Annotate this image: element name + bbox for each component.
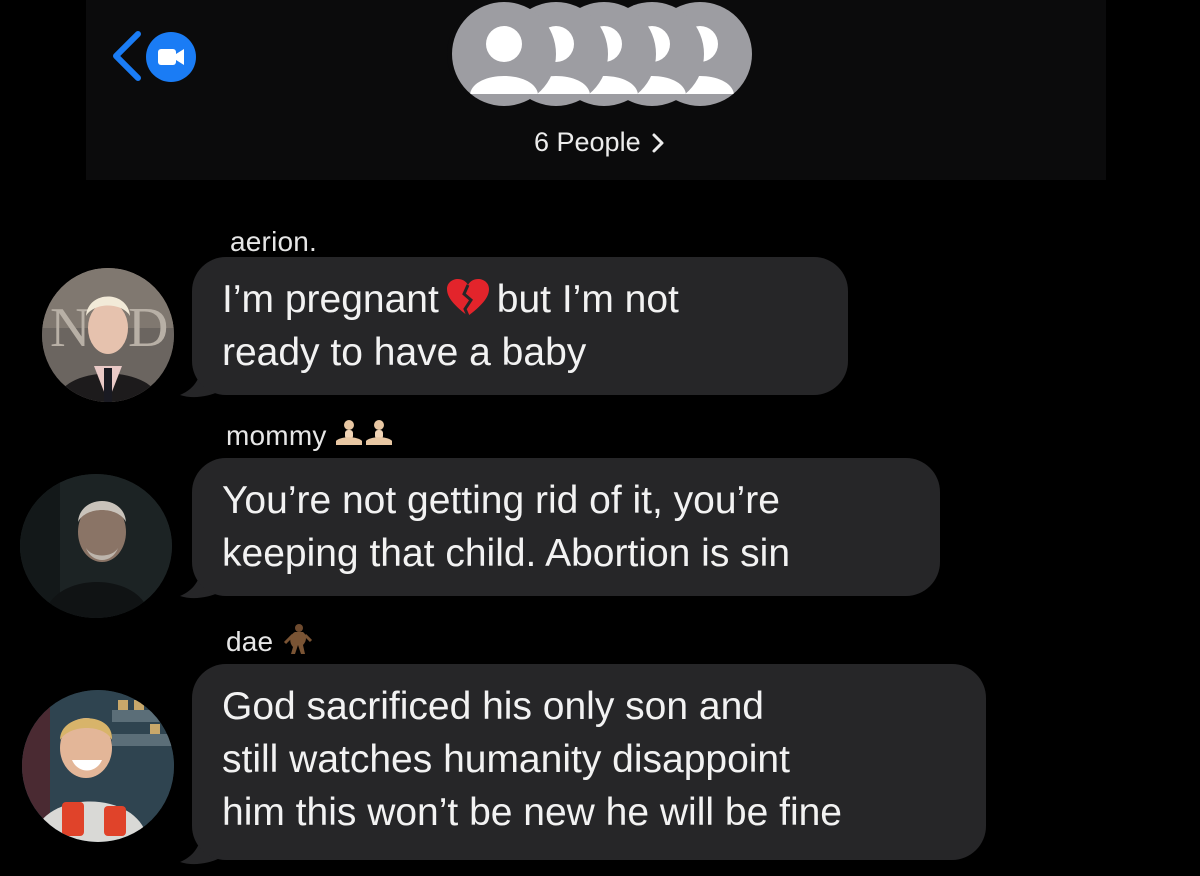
conversation-screen: 6 People aerion. N D I’m pregnant but I’m… bbox=[0, 0, 1200, 876]
chevron-right-icon bbox=[652, 133, 664, 152]
sender-name-row: mommy bbox=[226, 419, 395, 452]
sender-name-row: dae bbox=[226, 623, 321, 658]
avatar[interactable]: N D bbox=[42, 268, 174, 402]
message-text: God sacrificed his only son and still wa… bbox=[222, 685, 842, 834]
message-text: I’m pregnant bbox=[222, 278, 439, 321]
svg-text:N: N bbox=[50, 297, 90, 359]
facetime-video-icon bbox=[146, 32, 196, 82]
sender-name: mommy bbox=[226, 420, 327, 451]
svg-text:D: D bbox=[128, 297, 168, 359]
bigfoot-icon bbox=[284, 624, 313, 654]
people-count-link[interactable]: 6 People bbox=[534, 127, 665, 158]
message-bubble[interactable]: I’m pregnant but I’m not ready to have a … bbox=[192, 257, 848, 395]
sender-name: dae bbox=[226, 626, 274, 657]
avatar[interactable] bbox=[20, 474, 172, 618]
people-count-label: 6 People bbox=[534, 127, 641, 157]
person-icon bbox=[470, 26, 538, 94]
message-bubble[interactable]: You’re not getting rid of it, you’re kee… bbox=[192, 458, 940, 596]
sender-name: aerion. bbox=[230, 226, 318, 257]
message-bubble[interactable]: God sacrificed his only son and still wa… bbox=[192, 664, 986, 860]
avatar[interactable] bbox=[22, 690, 174, 842]
broken-heart-icon bbox=[446, 279, 489, 317]
group-avatar bbox=[452, 2, 556, 106]
person-in-lotus-position-icon bbox=[335, 420, 392, 445]
back-chevron-icon bbox=[113, 31, 141, 81]
back-button[interactable] bbox=[108, 22, 198, 88]
group-avatars[interactable] bbox=[452, 2, 752, 108]
message-text: You’re not getting rid of it, you’re kee… bbox=[222, 479, 791, 575]
